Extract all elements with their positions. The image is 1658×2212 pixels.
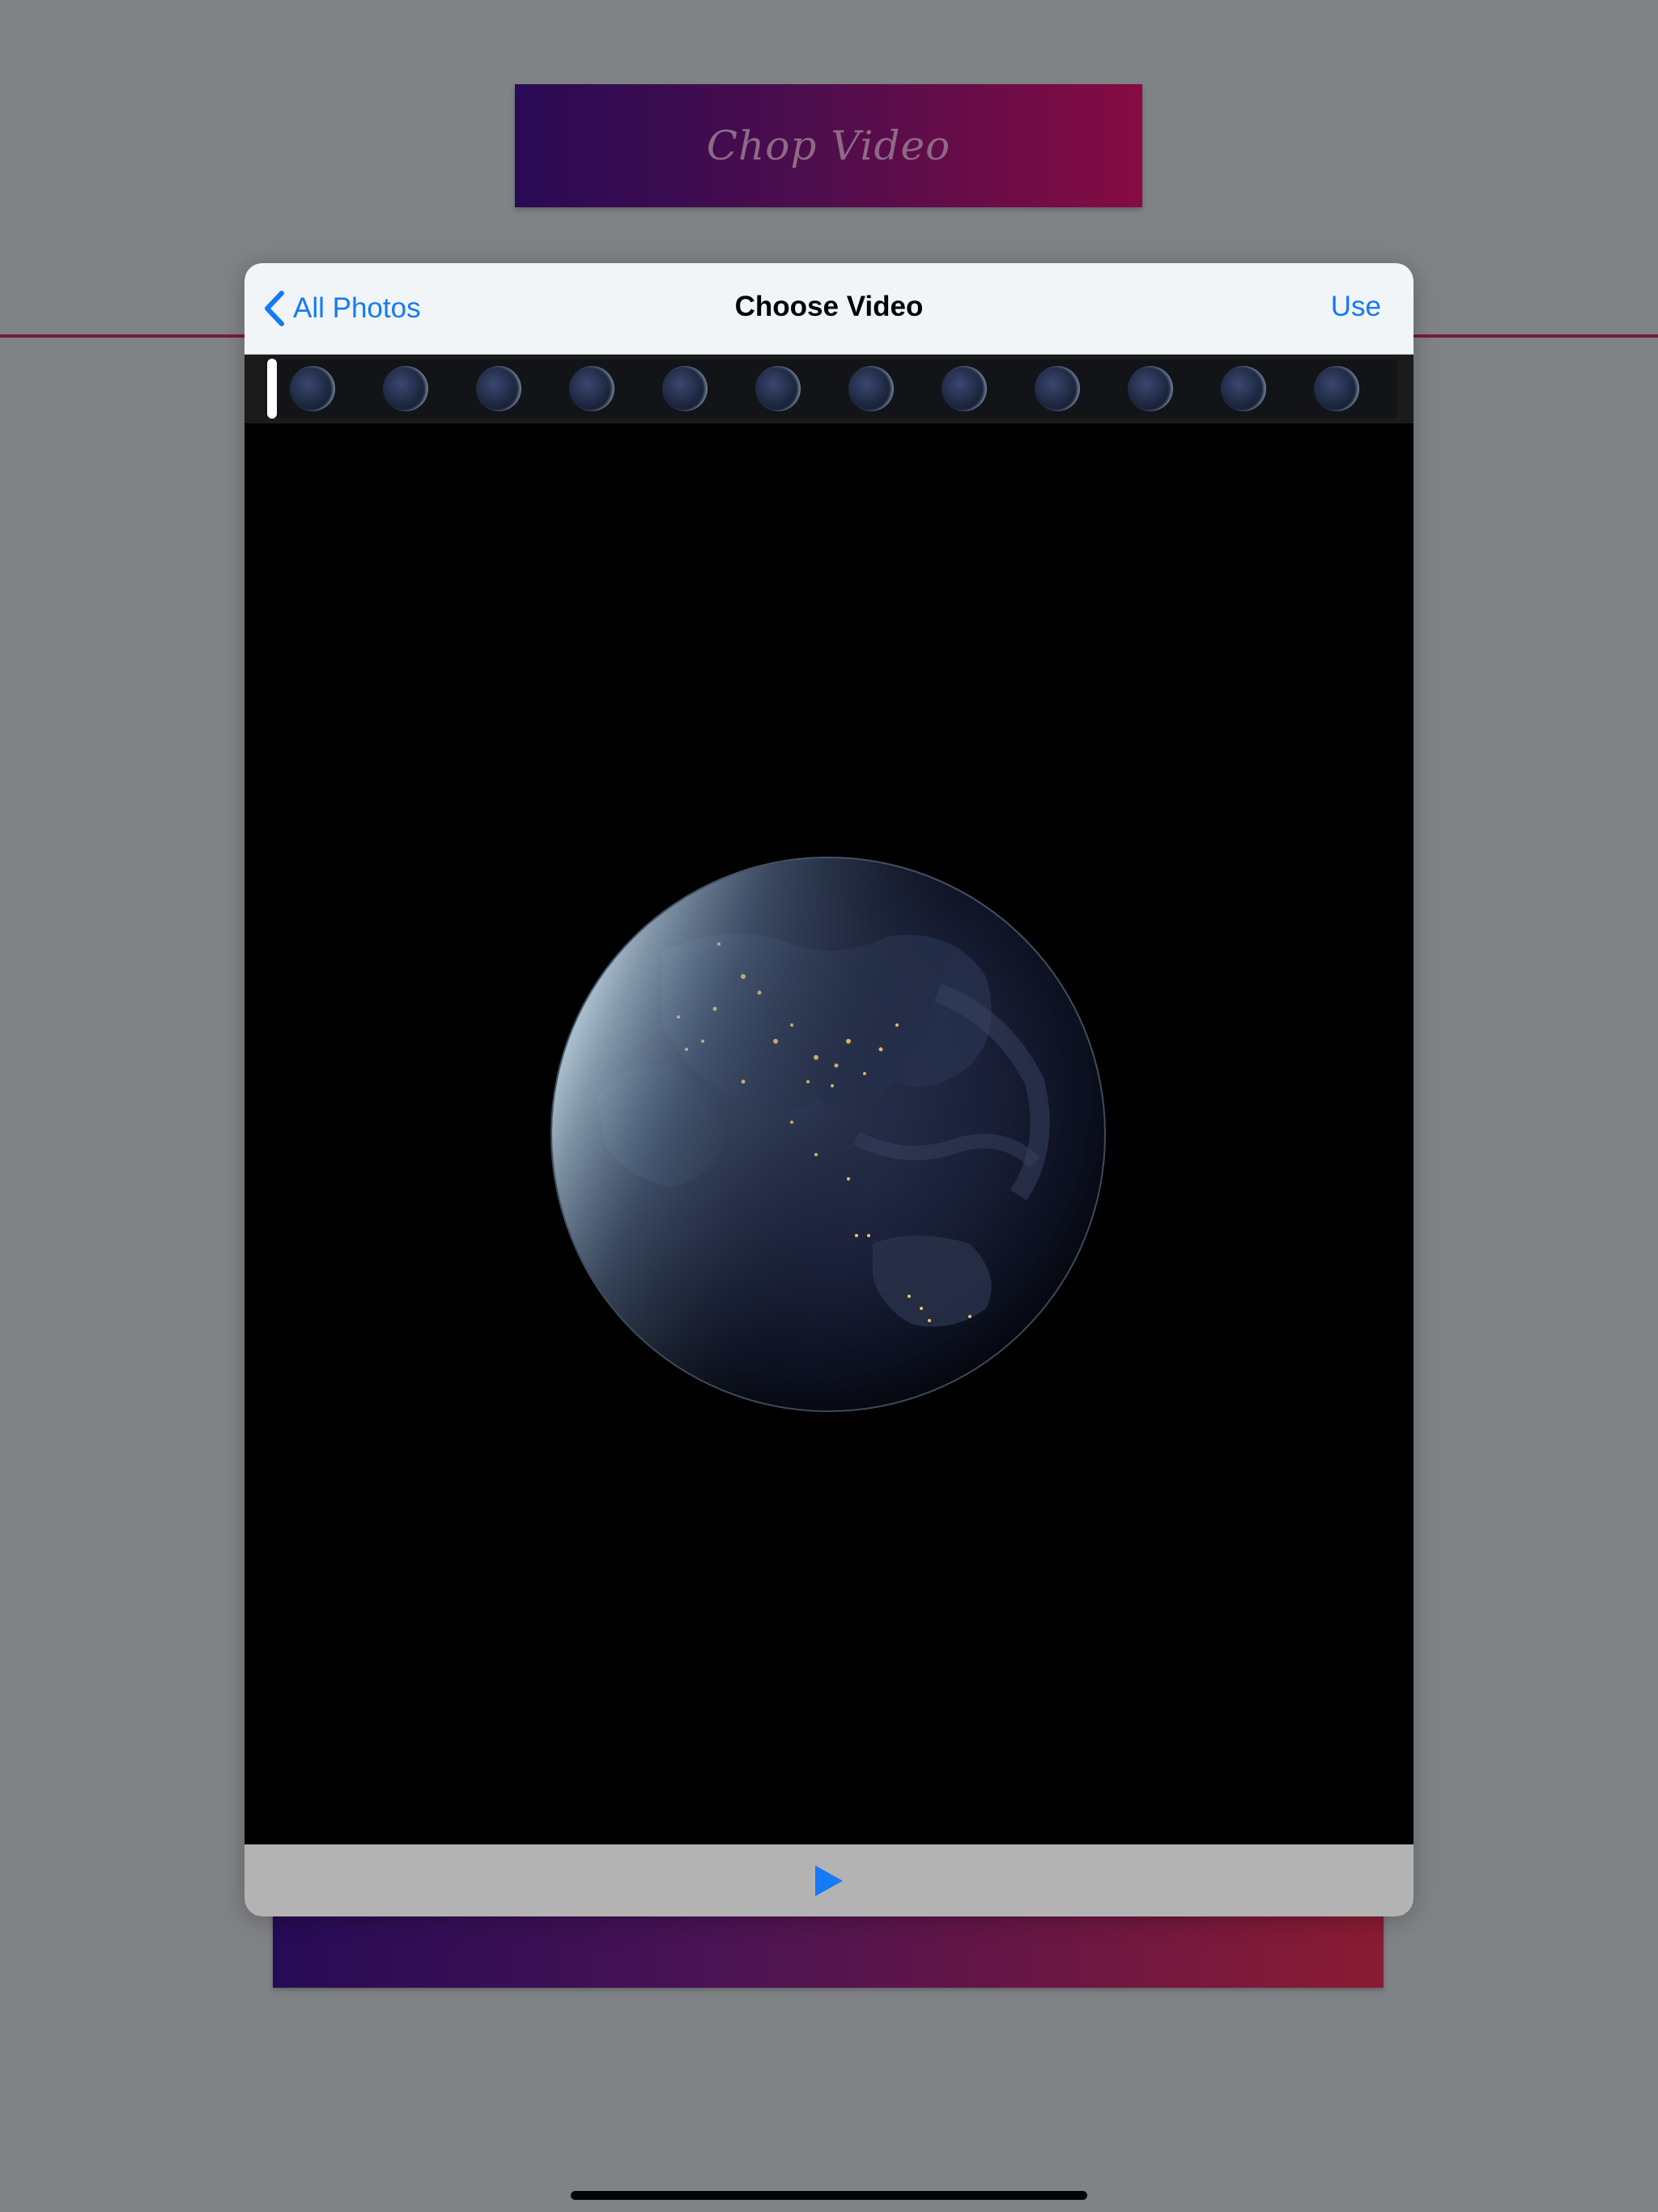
earth-thumbnail-icon xyxy=(1034,366,1080,411)
filmstrip-frame[interactable] xyxy=(731,359,824,418)
background-bottom-bar xyxy=(273,1911,1384,1988)
app-title: Chop Video xyxy=(706,122,951,169)
filmstrip-frame[interactable] xyxy=(917,359,1010,418)
earth-thumbnail-icon xyxy=(1220,366,1266,411)
filmstrip-frame[interactable] xyxy=(266,359,359,418)
video-frame-filmstrip[interactable] xyxy=(266,359,1397,418)
filmstrip-scrubber-handle[interactable] xyxy=(267,359,277,419)
player-toolbar xyxy=(244,1844,1414,1916)
navigation-bar: All Photos Choose Video Use xyxy=(244,263,1414,355)
filmstrip-frame[interactable] xyxy=(1290,359,1383,418)
filmstrip-frame[interactable] xyxy=(359,359,452,418)
filmstrip-frame[interactable] xyxy=(452,359,545,418)
filmstrip-frame[interactable] xyxy=(1010,359,1103,418)
modal-title: Choose Video xyxy=(734,291,924,322)
home-indicator xyxy=(571,2191,1087,2200)
filmstrip-frame[interactable] xyxy=(545,359,638,418)
filmstrip-frame[interactable] xyxy=(1103,359,1197,418)
earth-thumbnail-icon xyxy=(568,366,614,411)
filmstrip-frame[interactable] xyxy=(1197,359,1290,418)
filmstrip-container xyxy=(244,355,1414,423)
choose-video-modal: All Photos Choose Video Use xyxy=(244,263,1414,1916)
use-button[interactable]: Use xyxy=(1331,291,1381,323)
earth-thumbnail-icon xyxy=(1127,366,1173,411)
play-icon[interactable] xyxy=(813,1863,845,1899)
earth-thumbnail-icon xyxy=(1313,366,1359,411)
app-title-banner: Chop Video xyxy=(515,84,1142,207)
earth-thumbnail-icon xyxy=(941,366,987,411)
earth-thumbnail-icon xyxy=(661,366,708,411)
earth-thumbnail-icon xyxy=(848,366,894,411)
filmstrip-frame[interactable] xyxy=(824,359,917,418)
earth-thumbnail-icon xyxy=(382,366,428,411)
earth-thumbnail-icon xyxy=(475,366,521,411)
earth-at-night-image xyxy=(551,857,1106,1412)
earth-thumbnail-icon xyxy=(289,366,335,411)
video-preview[interactable] xyxy=(244,423,1414,1844)
earth-thumbnail-icon xyxy=(755,366,801,411)
filmstrip-frame[interactable] xyxy=(638,359,731,418)
